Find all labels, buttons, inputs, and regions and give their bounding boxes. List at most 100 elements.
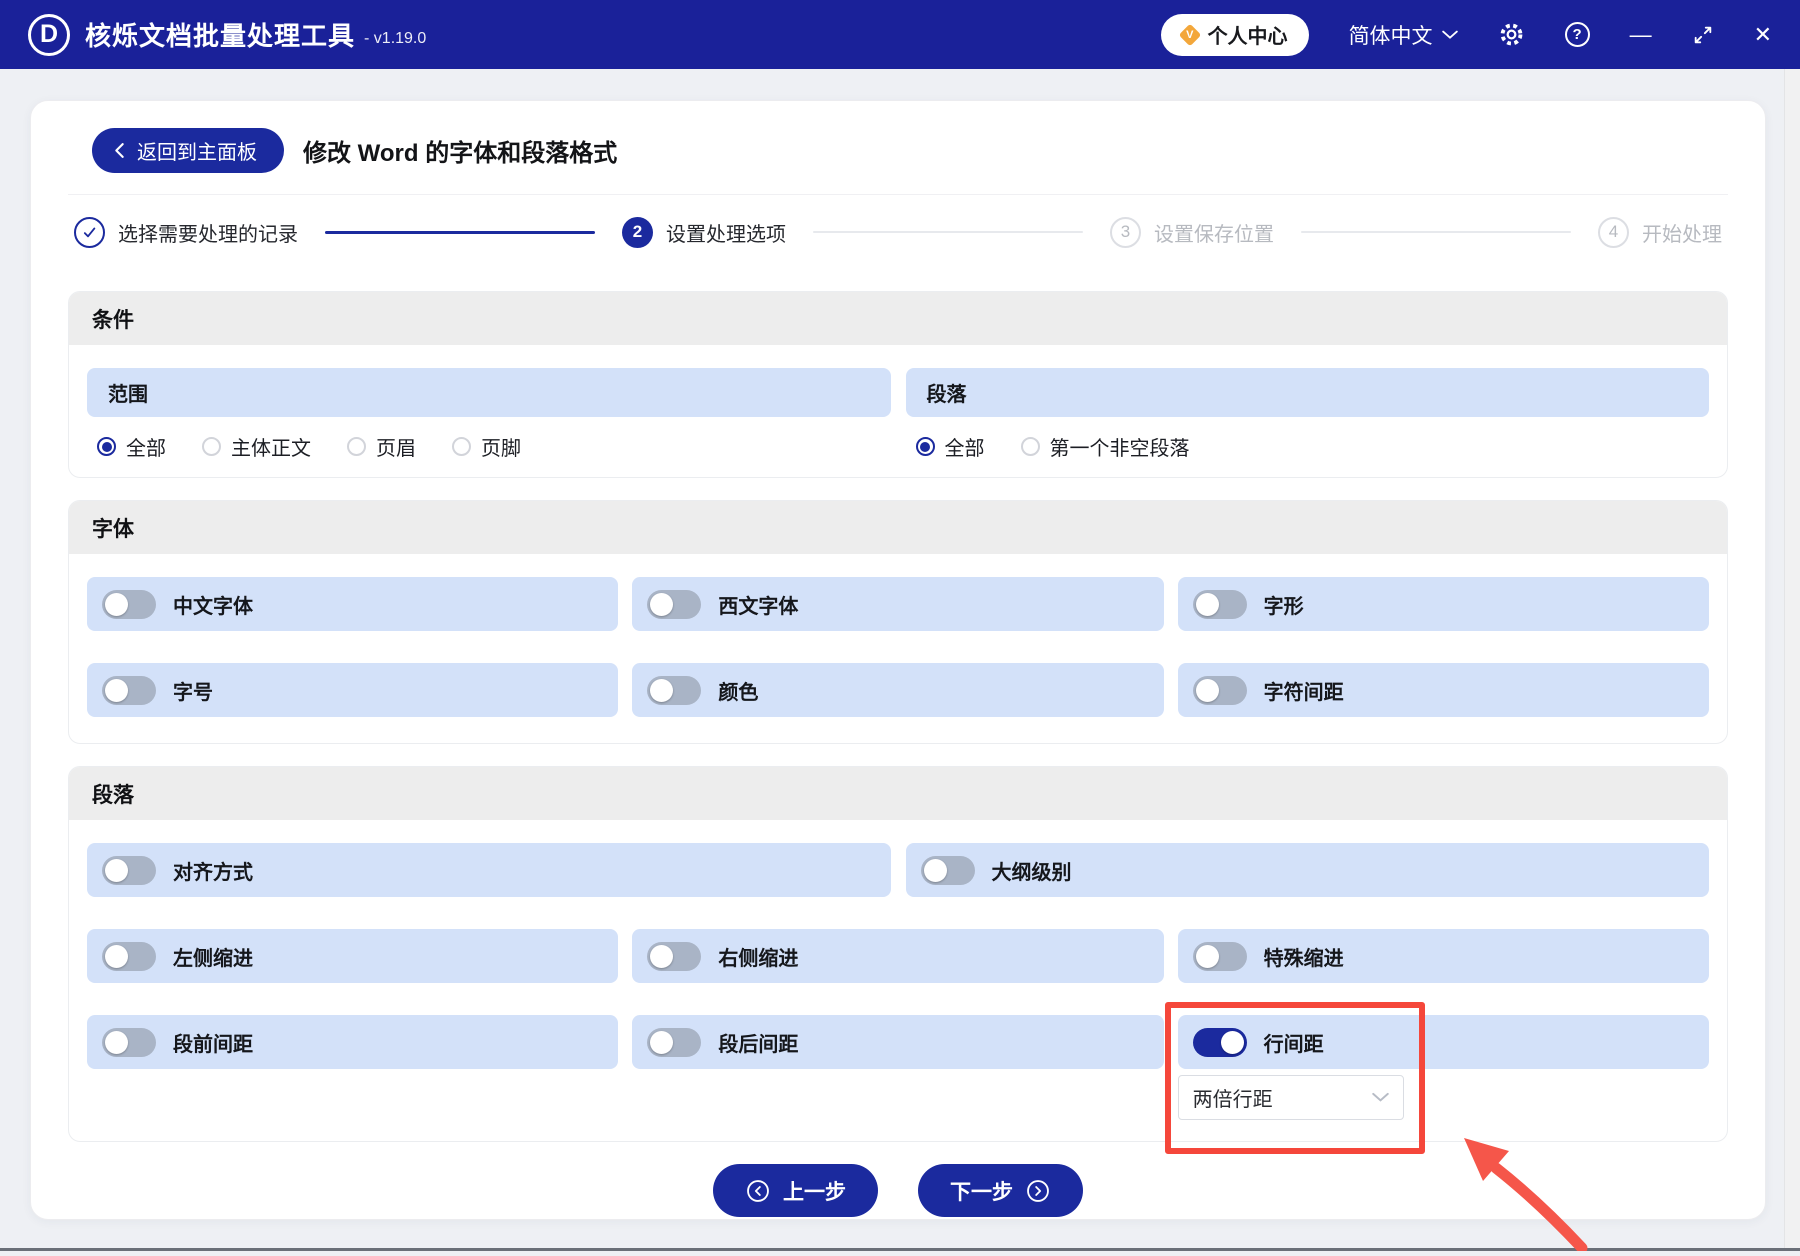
stepper-connector (325, 230, 595, 234)
app-title: 核烁文档批量处理工具 (85, 21, 356, 51)
card-header: 返回到主面板 修改 Word 的字体和段落格式 (68, 101, 1728, 195)
section-font-title: 字体 (69, 501, 1727, 554)
line-spacing-cell: 行间距 两倍行距 (1164, 1002, 1709, 1154)
back-button-label: 返回到主面板 (137, 142, 257, 164)
toggle-knob (923, 858, 947, 882)
next-step-label: 下一步 (950, 1180, 1013, 1204)
radio-label: 页脚 (481, 438, 521, 460)
step-2-number: 2 (622, 216, 653, 248)
step-1: 选择需要处理的记录 (74, 216, 298, 248)
personal-center-label: 个人中心 (1207, 26, 1288, 48)
circle-arrow-right-icon (1027, 1179, 1049, 1202)
char-spacing-toggle[interactable] (1192, 675, 1247, 705)
color-toggle[interactable] (647, 675, 702, 705)
chevron-down-icon (1371, 1092, 1389, 1102)
minimize-button[interactable]: — (1629, 21, 1652, 47)
condition-group-scope: 范围 全部 主体正文 页眉 页脚 (87, 368, 891, 463)
paragraph-group-title: 段落 (905, 368, 1709, 417)
scope-group-title: 范围 (87, 368, 891, 417)
radio-scope-body-text[interactable]: 主体正文 (202, 432, 311, 461)
special-indent-toggle[interactable] (1192, 941, 1247, 971)
window-scrollbar-gutter[interactable] (1784, 69, 1800, 1251)
close-icon: ✕ (1753, 21, 1772, 47)
maximize-icon (1694, 26, 1711, 43)
step-4-number: 4 (1598, 216, 1629, 248)
help-icon: ? (1564, 22, 1590, 47)
condition-group-paragraph: 段落 全部 第一个非空段落 (905, 368, 1710, 463)
step-3-number: 3 (1110, 216, 1141, 248)
main-card: 返回到主面板 修改 Word 的字体和段落格式 选择需要处理的记录 2 设置处理… (30, 100, 1766, 1220)
toggle-row-space-after: 段后间距 (632, 1015, 1164, 1069)
toggle-knob (1220, 1030, 1244, 1054)
toggle-label: 段前间距 (173, 1033, 253, 1056)
western-font-toggle[interactable] (647, 589, 702, 619)
section-condition-body: 范围 全部 主体正文 页眉 页脚 段落 全部 第一个非空段落 (69, 345, 1727, 477)
stepper-connector (813, 231, 1083, 233)
back-to-dashboard-button[interactable]: 返回到主面板 (92, 128, 284, 173)
toggle-label: 字形 (1263, 595, 1304, 618)
toggle-label: 大纲级别 (991, 861, 1072, 884)
radio-paragraph-first-nonempty[interactable]: 第一个非空段落 (1020, 432, 1190, 461)
toggle-knob (650, 678, 674, 702)
titlebar: D 核烁文档批量处理工具 - v1.19.0 V 个人中心 简体中文 ? — ✕ (0, 0, 1800, 69)
chinese-font-toggle[interactable] (102, 589, 156, 619)
page-title: 修改 Word 的字体和段落格式 (303, 140, 618, 167)
outline-level-toggle[interactable] (920, 855, 975, 885)
step-1-check-icon (74, 216, 105, 248)
toggle-row-char-spacing: 字符间距 (1177, 663, 1709, 717)
left-indent-toggle[interactable] (102, 941, 156, 971)
prev-step-button[interactable]: 上一步 (713, 1164, 878, 1217)
toggle-row-glyph-style: 字形 (1177, 577, 1709, 631)
radio-scope-header[interactable]: 页眉 (347, 432, 416, 461)
space-before-toggle[interactable] (102, 1027, 156, 1057)
toggle-label: 字符间距 (1263, 681, 1344, 704)
toggle-row-font-size: 字号 (87, 663, 619, 717)
radio-paragraph-all[interactable]: 全部 (915, 432, 985, 461)
circle-arrow-left-icon (747, 1179, 769, 1202)
paragraph-radio-group: 全部 第一个非空段落 (906, 417, 1710, 463)
minimize-icon: — (1629, 21, 1652, 47)
toggle-knob (105, 858, 128, 882)
stepper: 选择需要处理的记录 2 设置处理选项 3 设置保存位置 4 开始处理 (68, 195, 1728, 269)
help-button[interactable]: ? (1564, 22, 1590, 47)
toggle-knob (105, 1030, 128, 1054)
personal-center-button[interactable]: V 个人中心 (1160, 13, 1309, 56)
prev-step-label: 上一步 (783, 1180, 846, 1204)
font-size-toggle[interactable] (102, 675, 156, 705)
language-label: 简体中文 (1348, 24, 1433, 48)
toggle-knob (1195, 944, 1219, 968)
toggle-row-outline-level: 大纲级别 (905, 843, 1709, 897)
next-step-button[interactable]: 下一步 (918, 1164, 1083, 1217)
section-paragraph: 段落 对齐方式 大纲级别 左侧缩进 右侧缩进 特殊缩进 段前间距 段后间距 行间… (68, 766, 1728, 1154)
toggle-row-color: 颜色 (632, 663, 1164, 717)
line-spacing-select[interactable]: 两倍行距 (1177, 1075, 1404, 1120)
toggle-knob (650, 1030, 674, 1054)
toggle-row-right-indent: 右侧缩进 (632, 929, 1164, 983)
toggle-knob (1195, 678, 1219, 702)
toggle-knob (105, 944, 128, 968)
section-paragraph-body: 对齐方式 大纲级别 左侧缩进 右侧缩进 特殊缩进 段前间距 段后间距 行间距 两… (69, 820, 1727, 1154)
radio-icon (202, 437, 221, 456)
right-indent-toggle[interactable] (647, 941, 702, 971)
toggle-row-space-before: 段前间距 (87, 1015, 619, 1069)
section-font: 字体 中文字体 西文字体 字形 字号 颜色 字符间距 (68, 500, 1728, 744)
step-3: 3 设置保存位置 (1110, 216, 1274, 248)
gear-icon (1500, 23, 1522, 46)
toggle-knob (1195, 592, 1219, 616)
settings-button[interactable] (1498, 21, 1525, 48)
line-spacing-toggle[interactable] (1192, 1027, 1247, 1057)
toggle-label: 对齐方式 (173, 861, 253, 884)
close-button[interactable]: ✕ (1753, 21, 1772, 47)
toggle-row-line-spacing: 行间距 (1177, 1015, 1709, 1069)
language-selector[interactable]: 简体中文 (1349, 20, 1458, 50)
radio-scope-footer[interactable]: 页脚 (452, 432, 521, 461)
alignment-toggle[interactable] (102, 855, 156, 885)
toggle-label: 字号 (173, 681, 213, 704)
space-after-toggle[interactable] (647, 1027, 702, 1057)
radio-scope-all[interactable]: 全部 (97, 432, 166, 461)
glyph-style-toggle[interactable] (1192, 589, 1247, 619)
toggle-label: 中文字体 (173, 595, 253, 618)
step-2-label: 设置处理选项 (666, 223, 786, 246)
radio-label: 页眉 (376, 438, 416, 460)
maximize-button[interactable] (1692, 24, 1714, 46)
